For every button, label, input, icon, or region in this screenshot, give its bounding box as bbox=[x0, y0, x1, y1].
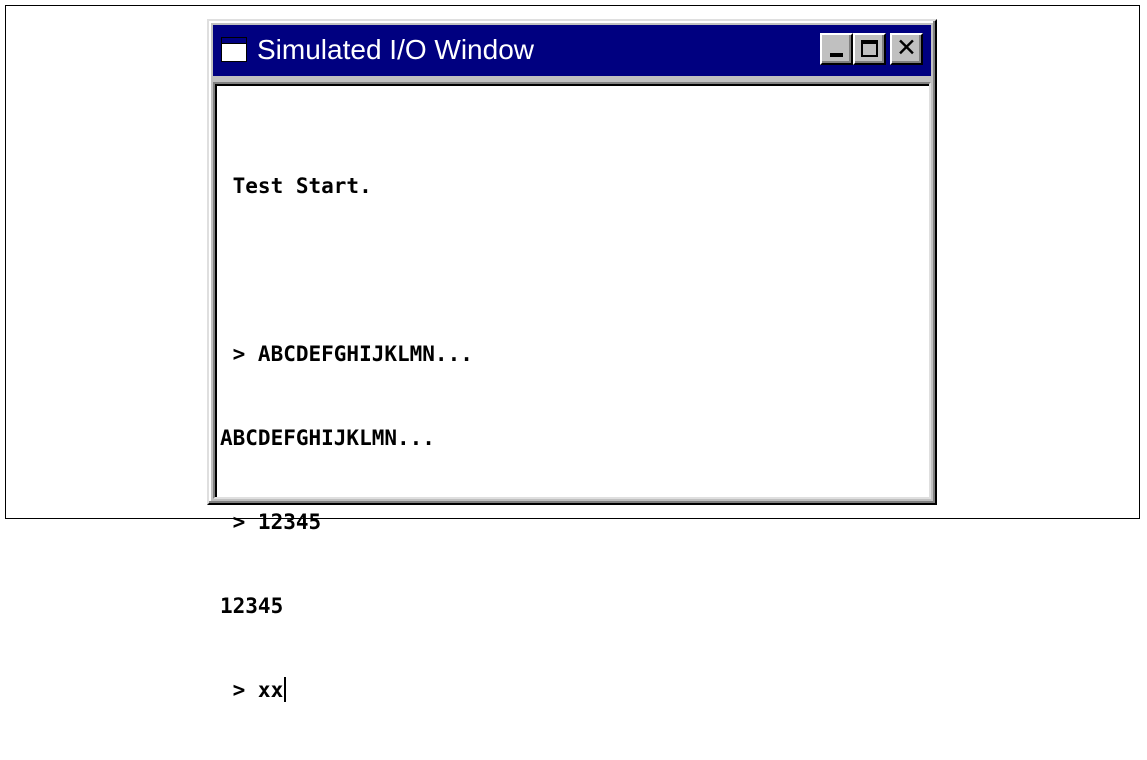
title-bar[interactable]: Simulated I/O Window ✕ bbox=[213, 25, 931, 76]
console-line: > ABCDEFGHIJKLMN... bbox=[220, 342, 473, 366]
console-input-text: > xx bbox=[220, 678, 284, 702]
window-icon[interactable] bbox=[221, 37, 247, 62]
simulated-io-window: Simulated I/O Window ✕ Test Start. > ABC… bbox=[207, 19, 937, 702]
minimize-icon bbox=[830, 53, 843, 57]
console-line: Test Start. bbox=[220, 174, 372, 198]
close-icon: ✕ bbox=[896, 33, 917, 62]
console-output[interactable]: Test Start. > ABCDEFGHIJKLMN... ABCDEFGH… bbox=[220, 116, 473, 760]
maximize-button[interactable] bbox=[853, 33, 886, 65]
minimize-button[interactable] bbox=[820, 33, 853, 65]
text-cursor bbox=[284, 677, 287, 702]
console-line: ABCDEFGHIJKLMN... bbox=[220, 426, 435, 450]
console-area[interactable]: Test Start. > ABCDEFGHIJKLMN... ABCDEFGH… bbox=[213, 82, 931, 702]
maximize-icon bbox=[861, 40, 878, 57]
console-line: 12345 bbox=[220, 594, 284, 618]
window-title: Simulated I/O Window bbox=[257, 34, 534, 65]
console-input-line[interactable]: > xx bbox=[220, 676, 473, 704]
close-button[interactable]: ✕ bbox=[890, 33, 923, 65]
console-line: > 12345 bbox=[220, 510, 322, 534]
